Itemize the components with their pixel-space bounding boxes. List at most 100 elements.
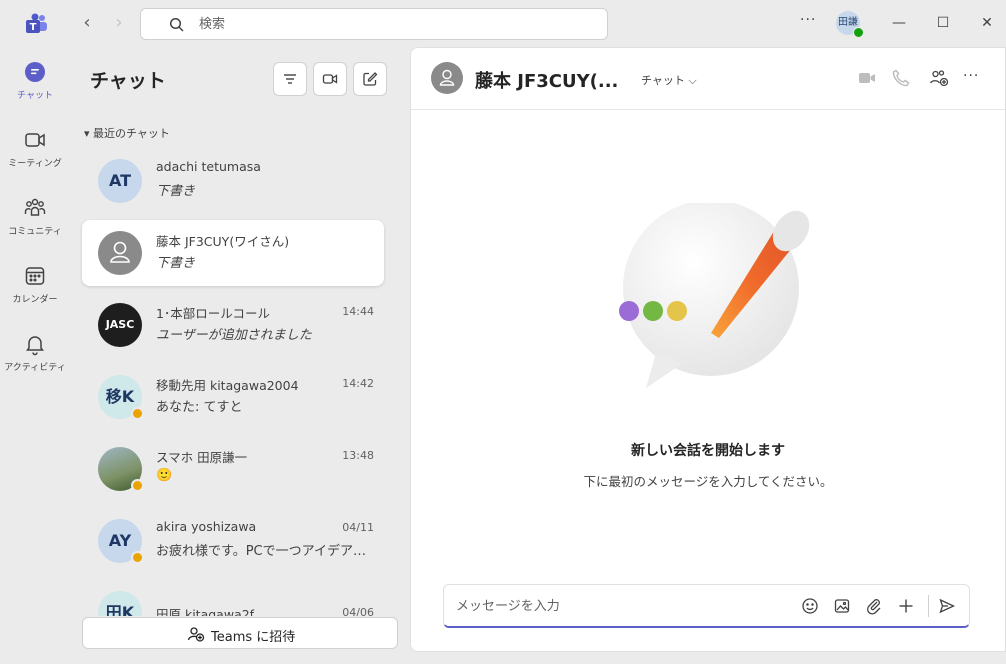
rail-meeting[interactable]: ミーティング	[0, 128, 70, 192]
chat-preview: 🙂	[156, 468, 173, 483]
meet-now-button[interactable]	[313, 62, 347, 96]
group-logo: JASC	[105, 318, 135, 331]
search-box[interactable]	[140, 8, 608, 40]
rail-chat-label: チャット	[17, 91, 53, 101]
conversation-title[interactable]: 藤本 JF3CUY(...	[475, 67, 618, 93]
chat-time: 13:48	[342, 449, 374, 462]
video-call-icon[interactable]	[857, 68, 877, 88]
chat-preview: 下書き	[156, 256, 196, 271]
image-icon[interactable]	[833, 597, 851, 615]
away-status-icon	[131, 479, 144, 492]
maximize-icon[interactable]: ☐	[932, 12, 954, 34]
chat-list-item-selected[interactable]: 藤本 JF3CUY(ワイさん) 下書き	[82, 220, 384, 286]
svg-text:T: T	[30, 22, 37, 33]
chat-time: 04/11	[342, 521, 374, 534]
chat-name: adachi tetumasa	[156, 159, 261, 174]
tab-chat[interactable]: チャット ⌵	[641, 72, 697, 88]
chat-list-item[interactable]: 田K 田原 kitagawa2f 04/06	[82, 580, 384, 616]
chat-time: 14:42	[342, 377, 374, 390]
avatar: AY	[98, 519, 144, 564]
filter-button[interactable]	[273, 62, 307, 96]
avatar: JASC	[98, 303, 142, 347]
emoji-icon[interactable]	[801, 597, 819, 615]
chat-list-item[interactable]: 移K 移動先用 kitagawa2004 14:42 あなた: てすと	[82, 364, 384, 430]
rail-chat[interactable]: チャット	[0, 60, 70, 124]
more-options-icon[interactable]: ···	[800, 12, 816, 28]
user-avatar[interactable]: 田謙	[836, 11, 864, 38]
chat-name: 田原 kitagawa2f	[156, 607, 255, 616]
chat-name: 移動先用 kitagawa2004	[156, 378, 299, 393]
compose-icon	[363, 72, 378, 86]
top-bar: ‹ › ··· 田謙 — ☐ ✕	[70, 0, 1006, 46]
teams-logo-icon[interactable]: T	[24, 12, 48, 36]
away-status-icon	[131, 407, 144, 420]
bell-icon	[26, 336, 44, 356]
person-icon	[110, 241, 130, 263]
person-add-icon	[187, 627, 205, 642]
forward-arrow-icon[interactable]: ›	[108, 12, 130, 34]
chat-preview: あなた: てすと	[156, 400, 243, 415]
rail-calendar[interactable]: カレンダー	[0, 264, 70, 328]
chat-name: 藤本 JF3CUY(ワイさん)	[156, 234, 290, 249]
chat-icon	[25, 62, 45, 82]
close-icon[interactable]: ✕	[976, 12, 998, 34]
message-composer[interactable]	[443, 584, 970, 628]
avatar: 移K	[98, 375, 144, 420]
new-chat-button[interactable]	[353, 62, 387, 96]
rail-calendar-label: カレンダー	[12, 295, 58, 305]
chat-preview: 下書き	[156, 184, 196, 199]
plus-icon[interactable]	[897, 597, 915, 615]
avatar-photo	[98, 447, 144, 492]
rail-community[interactable]: コミュニティ	[0, 196, 70, 260]
conversation-panel: 藤本 JF3CUY(... チャット ⌵ ··· 新しい会話を開始します 下に最…	[410, 47, 1006, 652]
conversation-header: 藤本 JF3CUY(... チャット ⌵ ···	[411, 48, 1005, 110]
chat-list-item[interactable]: AY akira yoshizawa 04/11 お疲れ様です。PCで一つアイデ…	[82, 508, 384, 574]
back-arrow-icon[interactable]: ‹	[76, 12, 98, 34]
away-status-icon	[131, 551, 144, 564]
invite-to-teams-button[interactable]: Teams に招待	[82, 617, 398, 649]
chat-list-item[interactable]: JASC 1･本部ロールコール 14:44 ユーザーが追加されました	[82, 292, 384, 358]
new-conversation-illustration-icon	[619, 203, 810, 388]
empty-state-subtitle: 下に最初のメッセージを入力してください。	[583, 474, 833, 489]
user-initials: 田謙	[838, 17, 858, 28]
chat-list-item[interactable]: AT adachi tetumasa 下書き	[82, 148, 384, 214]
avatar	[98, 231, 142, 275]
rail-meeting-label: ミーティング	[8, 159, 62, 169]
minimize-icon[interactable]: —	[888, 12, 910, 34]
chat-time: 14:44	[342, 305, 374, 318]
avatar: AT	[98, 159, 142, 203]
filter-icon	[284, 74, 296, 84]
chat-list-title: チャット	[90, 70, 166, 92]
chat-preview: ユーザーが追加されました	[156, 328, 312, 343]
person-icon	[439, 69, 455, 86]
search-icon	[169, 17, 184, 32]
phone-call-icon[interactable]	[891, 68, 911, 88]
send-icon[interactable]	[938, 597, 956, 615]
rail-community-label: コミュニティ	[8, 227, 62, 237]
attach-icon[interactable]	[865, 597, 883, 615]
video-camera-icon	[25, 133, 45, 147]
chat-name: 1･本部ロールコール	[156, 306, 270, 321]
calendar-icon	[25, 267, 45, 285]
video-camera-icon	[322, 74, 338, 84]
chat-time: 04/06	[342, 606, 374, 616]
rail-activity-label: アクティビティ	[4, 363, 66, 373]
avatar: 田K	[98, 591, 142, 616]
composer-divider	[928, 595, 929, 617]
community-icon	[24, 198, 46, 216]
chat-name: akira yoshizawa	[156, 519, 257, 534]
invite-label: Teams に招待	[211, 630, 296, 645]
chat-name: スマホ 田原謙一	[156, 450, 248, 465]
rail-activity[interactable]: アクティビティ	[0, 332, 70, 396]
chat-list-item[interactable]: スマホ 田原謙一 13:48 🙂	[82, 436, 384, 502]
chat-preview: お疲れ様です。PCで一つアイデアがあ...	[156, 544, 376, 559]
empty-state-title: 新しい会話を開始します	[631, 443, 785, 459]
avatar[interactable]	[431, 62, 463, 94]
app-rail: T チャット ミーティング コミュニティ カレンダー アクティビティ	[0, 0, 70, 664]
available-status-icon	[853, 27, 864, 38]
message-input[interactable]	[456, 596, 776, 616]
add-people-icon[interactable]	[929, 68, 949, 88]
search-input[interactable]	[199, 14, 579, 34]
more-options-icon[interactable]: ···	[963, 68, 983, 88]
recent-chats-header[interactable]: ▾ 最近のチャット	[84, 125, 170, 141]
